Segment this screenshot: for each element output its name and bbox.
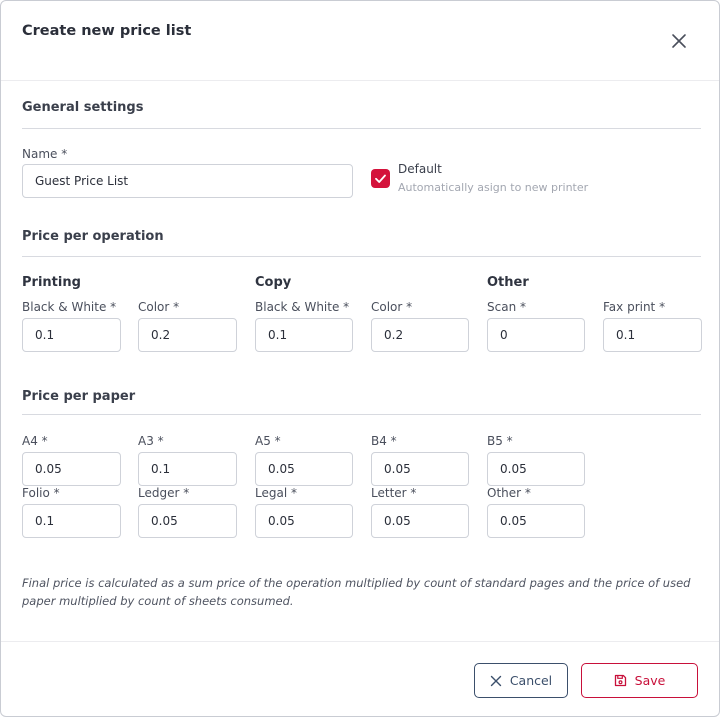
- paper-legal-label: Legal *: [255, 486, 297, 500]
- paper-folio-input[interactable]: [22, 504, 121, 538]
- price-list-dialog: Create new price list General settings N…: [0, 0, 720, 717]
- printing-color-input[interactable]: [138, 318, 237, 352]
- paper-a3-input[interactable]: [138, 452, 237, 486]
- save-button[interactable]: Save: [581, 663, 698, 698]
- paper-b5-input[interactable]: [487, 452, 585, 486]
- check-icon: [375, 174, 386, 183]
- paper-b4-input[interactable]: [371, 452, 469, 486]
- close-icon: [672, 34, 686, 48]
- paper-letter-input[interactable]: [371, 504, 469, 538]
- paper-a4-input[interactable]: [22, 452, 121, 486]
- fax-print-label: Fax print *: [603, 300, 666, 314]
- paper-other-input[interactable]: [487, 504, 585, 538]
- paper-b4-label: B4 *: [371, 434, 397, 448]
- section-divider: [22, 414, 701, 415]
- name-label: Name *: [22, 147, 68, 161]
- x-icon: [490, 675, 502, 686]
- floppy-disk-icon: [614, 674, 626, 687]
- paper-a5-label: A5 *: [255, 434, 281, 448]
- printing-bw-input[interactable]: [22, 318, 121, 352]
- close-button[interactable]: [669, 31, 689, 51]
- paper-folio-label: Folio *: [22, 486, 60, 500]
- scan-input[interactable]: [487, 318, 585, 352]
- scan-label: Scan *: [487, 300, 526, 314]
- paper-ledger-input[interactable]: [138, 504, 237, 538]
- footer-divider: [1, 641, 719, 642]
- default-label: Default: [398, 162, 442, 176]
- section-divider: [22, 256, 701, 257]
- dialog-header: Create new price list: [1, 1, 719, 81]
- price-per-operation-title: Price per operation: [22, 229, 164, 244]
- cancel-button-label: Cancel: [509, 673, 553, 688]
- paper-a3-label: A3 *: [138, 434, 164, 448]
- price-per-paper-title: Price per paper: [22, 389, 136, 404]
- paper-other-label: Other *: [487, 486, 531, 500]
- paper-letter-label: Letter *: [371, 486, 417, 500]
- name-input[interactable]: [22, 164, 353, 198]
- copy-bw-label: Black & White *: [255, 300, 350, 314]
- copy-group-title: Copy: [255, 275, 292, 290]
- paper-a5-input[interactable]: [255, 452, 353, 486]
- copy-color-input[interactable]: [371, 318, 469, 352]
- default-hint: Automatically asign to new printer: [398, 181, 589, 194]
- save-button-label: Save: [634, 673, 666, 688]
- section-divider: [22, 128, 701, 129]
- general-settings-title: General settings: [22, 100, 144, 115]
- printing-group-title: Printing: [22, 275, 81, 290]
- price-calculation-note: Final price is calculated as a sum price…: [22, 576, 691, 608]
- other-group-title: Other: [487, 275, 529, 290]
- paper-ledger-label: Ledger *: [138, 486, 190, 500]
- fax-print-input[interactable]: [603, 318, 702, 352]
- dialog-title: Create new price list: [22, 23, 192, 39]
- copy-bw-input[interactable]: [255, 318, 353, 352]
- paper-a4-label: A4 *: [22, 434, 48, 448]
- default-checkbox[interactable]: [371, 169, 390, 188]
- printing-color-label: Color *: [138, 300, 180, 314]
- cancel-button[interactable]: Cancel: [474, 663, 568, 698]
- printing-bw-label: Black & White *: [22, 300, 117, 314]
- paper-legal-input[interactable]: [255, 504, 353, 538]
- paper-b5-label: B5 *: [487, 434, 513, 448]
- copy-color-label: Color *: [371, 300, 413, 314]
